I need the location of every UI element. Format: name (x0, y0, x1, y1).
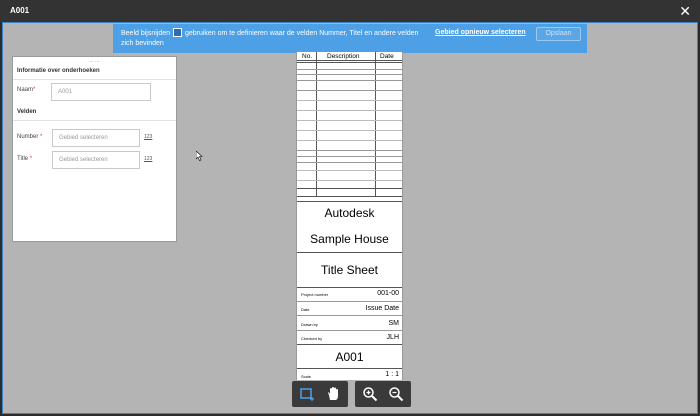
title-bar: A001 ✕ (0, 0, 700, 22)
checked-by-label: Checked by (301, 336, 323, 341)
hand-icon[interactable] (325, 386, 341, 402)
rev-row-line (297, 110, 402, 111)
save-button[interactable]: Opslaan (536, 27, 581, 41)
number-format-icon[interactable]: 123 (144, 134, 152, 140)
rev-row-line (297, 140, 402, 141)
block-line (297, 368, 402, 369)
scale-label: Scale (301, 374, 312, 379)
number-area-input[interactable]: Gebied selecteren (52, 129, 140, 147)
zoom-toolbar (355, 381, 411, 407)
checked-by-value: JLH (386, 334, 399, 341)
name-label: Naam* (17, 87, 36, 93)
date-label: Date (301, 307, 310, 312)
crop-icon[interactable] (299, 386, 315, 402)
rev-row-line (297, 90, 402, 91)
rev-row-line (297, 100, 402, 101)
date-value: Issue Date (365, 305, 399, 312)
project-number-value: 001-00 (377, 290, 399, 297)
project-number-label: Project number (301, 292, 329, 297)
rev-row-line (297, 69, 402, 70)
rev-row-line (297, 170, 402, 171)
drag-handle-icon[interactable]: ⋯⋯ (89, 59, 101, 65)
title-area-input[interactable]: Gebied selecteren (52, 151, 140, 169)
project-name: Sample House (310, 232, 389, 246)
title-label: Title * (17, 156, 33, 162)
sheet-number: A001 (335, 350, 364, 364)
divider (13, 79, 176, 80)
zoom-out-icon[interactable] (388, 386, 404, 402)
drawn-by-value: SM (388, 320, 400, 327)
fields-heading: Velden (17, 109, 37, 115)
crop-pan-toolbar (292, 381, 348, 407)
close-icon[interactable]: ✕ (679, 2, 691, 20)
crop-icon (173, 28, 182, 37)
reselect-area-link[interactable]: Gebied opnieuw selecteren (435, 29, 526, 36)
banner-message: Beeld bijsnijden gebruiken om te definie… (121, 28, 419, 47)
block-line (297, 315, 402, 316)
scale-value: 1 : 1 (385, 371, 399, 378)
company-name: Autodesk (324, 206, 375, 220)
rev-row-line (297, 156, 402, 157)
block-line (297, 344, 402, 345)
window-title: A001 (10, 6, 30, 15)
instruction-banner: Beeld bijsnijden gebruiken om te definie… (113, 24, 587, 53)
rev-header-description: Description (327, 53, 360, 60)
block-line (297, 301, 402, 302)
title-format-icon[interactable]: 123 (144, 156, 152, 162)
divider (13, 120, 176, 121)
mouse-cursor-icon (196, 151, 203, 161)
block-line (297, 330, 402, 331)
rev-row-line (297, 130, 402, 131)
drawn-by-label: Drawn by (301, 322, 318, 327)
block-line (297, 287, 402, 288)
rev-row-line (297, 62, 402, 63)
zoom-in-icon[interactable] (362, 386, 378, 402)
name-input[interactable]: A001 (51, 83, 151, 101)
rev-row-line (297, 120, 402, 121)
rev-row-line (297, 74, 402, 75)
sheet-name: Title Sheet (321, 263, 378, 277)
block-line (297, 252, 402, 253)
rev-row-line (297, 162, 402, 163)
rev-row-line (297, 196, 402, 197)
rev-row-line (297, 188, 402, 189)
rev-row-line (297, 180, 402, 181)
rev-header-no: No. (302, 53, 313, 60)
rev-header-date: Date (380, 53, 394, 60)
number-label: Number * (17, 134, 43, 140)
panel-heading: Informatie over onderhoeken (17, 68, 100, 74)
block-line (297, 201, 402, 202)
info-panel: ⋯⋯ Informatie over onderhoeken Naam* A00… (12, 56, 177, 242)
rev-row-line (297, 150, 402, 151)
title-block-sheet: No. Description Date Autodesk Sample Hou… (296, 52, 403, 380)
rev-row-line (297, 60, 402, 61)
rev-row-line (297, 80, 402, 81)
